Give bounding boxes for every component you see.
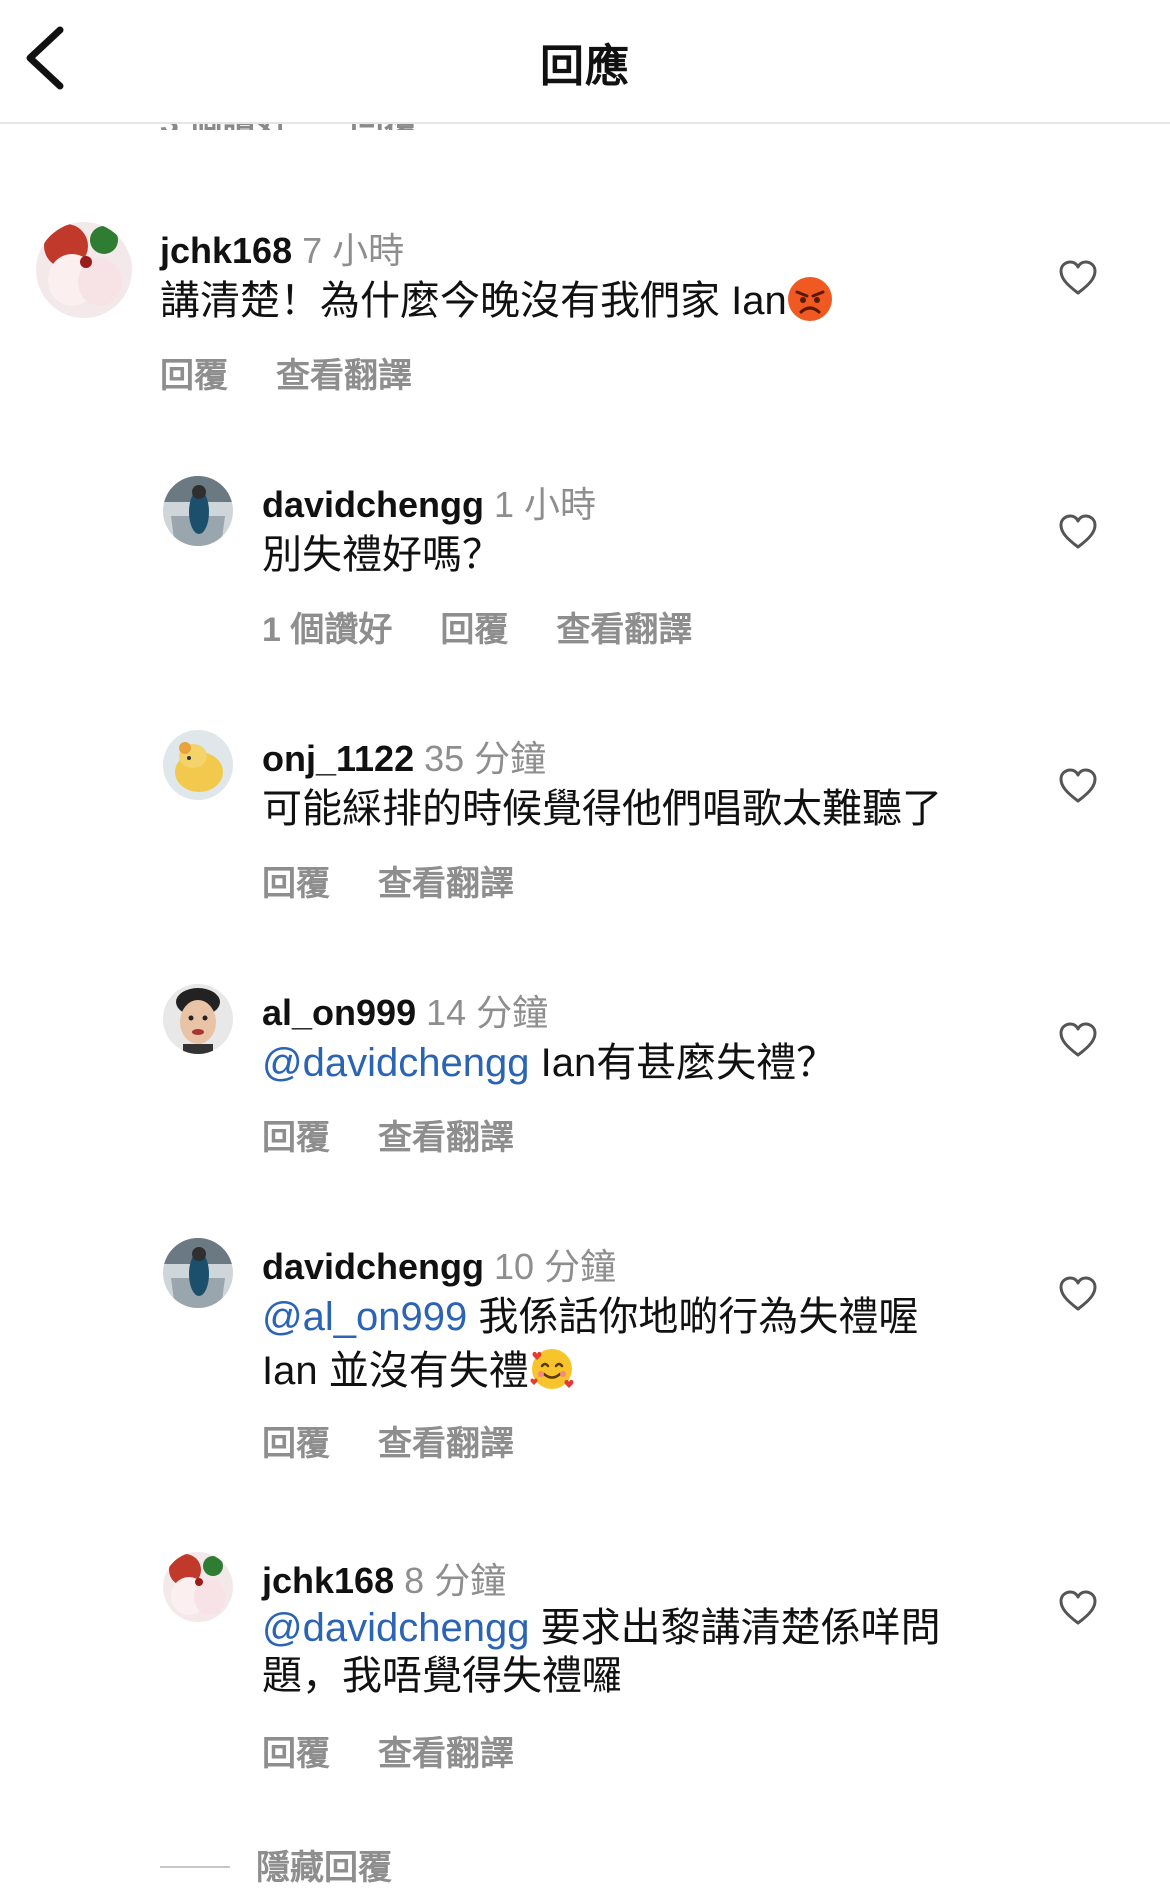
divider-line bbox=[160, 1866, 230, 1868]
comment-header: jchk168 8 分鐘 bbox=[262, 1552, 506, 1604]
timestamp: 10 分鐘 bbox=[494, 1246, 617, 1287]
timestamp: 7 小時 bbox=[302, 230, 405, 271]
avatar[interactable] bbox=[163, 730, 233, 800]
username[interactable]: al_on999 bbox=[262, 992, 416, 1033]
likes-count[interactable]: 1 個讚好 bbox=[262, 611, 392, 649]
avatar[interactable] bbox=[163, 1238, 233, 1308]
avatar[interactable] bbox=[36, 222, 132, 318]
mention-link[interactable]: @davidchengg bbox=[262, 1606, 529, 1650]
see-translation-button[interactable]: 查看翻譯 bbox=[276, 357, 412, 395]
timestamp: 35 分鐘 bbox=[424, 738, 547, 779]
see-translation-button[interactable]: 查看翻譯 bbox=[378, 865, 514, 903]
reply-button[interactable]: 回覆 bbox=[160, 357, 228, 395]
username[interactable]: jchk168 bbox=[160, 230, 292, 271]
see-translation-button[interactable]: 查看翻譯 bbox=[378, 1735, 514, 1773]
heart-icon[interactable] bbox=[1058, 766, 1098, 806]
username[interactable]: jchk168 bbox=[262, 1560, 394, 1601]
heart-icon[interactable] bbox=[1058, 1020, 1098, 1060]
comment-actions: 回覆 查看翻譯 bbox=[160, 348, 460, 397]
timestamp: 14 分鐘 bbox=[426, 992, 549, 1033]
username[interactable]: onj_1122 bbox=[262, 738, 414, 779]
see-translation-button[interactable]: 查看翻譯 bbox=[378, 1425, 514, 1463]
hide-replies-label: 隱藏回覆 bbox=[256, 1849, 392, 1887]
comment-actions: 回覆 查看翻譯 bbox=[262, 856, 562, 905]
heart-icon[interactable] bbox=[1058, 1274, 1098, 1314]
comment-actions: 回覆 查看翻譯 bbox=[262, 1726, 562, 1775]
comment-text: @davidchengg 要求出黎講清楚係咩問 題，我唔覺得失禮囉 bbox=[262, 1604, 1082, 1700]
top-bar: 回應 bbox=[0, 0, 1170, 124]
comment-text: @davidchengg Ian有甚麼失禮？ bbox=[262, 1036, 1082, 1090]
angry-face-emoji bbox=[787, 277, 832, 321]
see-translation-button[interactable]: 查看翻譯 bbox=[556, 611, 692, 649]
reply-button[interactable]: 回覆 bbox=[440, 611, 508, 649]
timestamp: 1 小時 bbox=[494, 484, 597, 525]
comment-header: al_on999 14 分鐘 bbox=[262, 984, 548, 1036]
reply-button[interactable]: 回覆 bbox=[262, 1425, 330, 1463]
username[interactable]: davidchengg bbox=[262, 484, 484, 525]
mention-link[interactable]: @al_on999 bbox=[262, 1295, 467, 1339]
page-title: 回應 bbox=[540, 42, 630, 91]
comment-header: jchk168 7 小時 bbox=[160, 222, 404, 274]
heart-icon[interactable] bbox=[1058, 512, 1098, 552]
heart-icon[interactable] bbox=[1058, 258, 1098, 298]
comment-body-line2: 題，我唔覺得失禮囉 bbox=[262, 1654, 622, 1698]
comment-body: 我係話你地啲行為失禮喔 bbox=[467, 1295, 919, 1339]
comment-header: davidchengg 1 小時 bbox=[262, 476, 596, 528]
comment-actions: 回覆 查看翻譯 bbox=[262, 1110, 562, 1159]
mention-link[interactable]: @davidchengg bbox=[262, 1041, 529, 1085]
comment-text: 可能綵排的時候覺得他們唱歌太難聽了 bbox=[262, 782, 1082, 836]
comment-body: 可能綵排的時候覺得他們唱歌太難聽了 bbox=[262, 787, 942, 831]
comment-body: 要求出黎講清楚係咩問 bbox=[529, 1606, 941, 1650]
comment-actions: 回覆 查看翻譯 bbox=[262, 1416, 562, 1465]
comment-body: Ian有甚麼失禮？ bbox=[529, 1041, 837, 1085]
comment-body: 別失禮好嗎？ bbox=[262, 533, 502, 577]
comment-body: 講清楚！為什麼今晚沒有我們家 Ian bbox=[160, 279, 787, 323]
comment-text: 別失禮好嗎？ bbox=[262, 528, 1082, 582]
comment-header: onj_1122 35 分鐘 bbox=[262, 730, 546, 782]
comment-text: @al_on999 我係話你地啲行為失禮喔 Ian 並沒有失禮 bbox=[262, 1290, 1082, 1398]
comment-header: davidchengg 10 分鐘 bbox=[262, 1238, 616, 1290]
smiling-face-with-hearts-emoji bbox=[530, 1349, 574, 1389]
reply-button[interactable]: 回覆 bbox=[262, 1735, 330, 1773]
username[interactable]: davidchengg bbox=[262, 1246, 484, 1287]
comment-actions: 1 個讚好 回覆 查看翻譯 bbox=[262, 602, 740, 651]
comment-body-line2: Ian 並沒有失禮 bbox=[262, 1349, 529, 1393]
avatar[interactable] bbox=[163, 984, 233, 1054]
see-translation-button[interactable]: 查看翻譯 bbox=[378, 1119, 514, 1157]
timestamp: 8 分鐘 bbox=[404, 1560, 507, 1601]
heart-icon[interactable] bbox=[1058, 1588, 1098, 1628]
reply-button[interactable]: 回覆 bbox=[262, 1119, 330, 1157]
avatar[interactable] bbox=[163, 1552, 233, 1622]
comment-text: 講清楚！為什麼今晚沒有我們家 Ian bbox=[160, 274, 980, 328]
avatar[interactable] bbox=[163, 476, 233, 546]
reply-button[interactable]: 回覆 bbox=[262, 865, 330, 903]
